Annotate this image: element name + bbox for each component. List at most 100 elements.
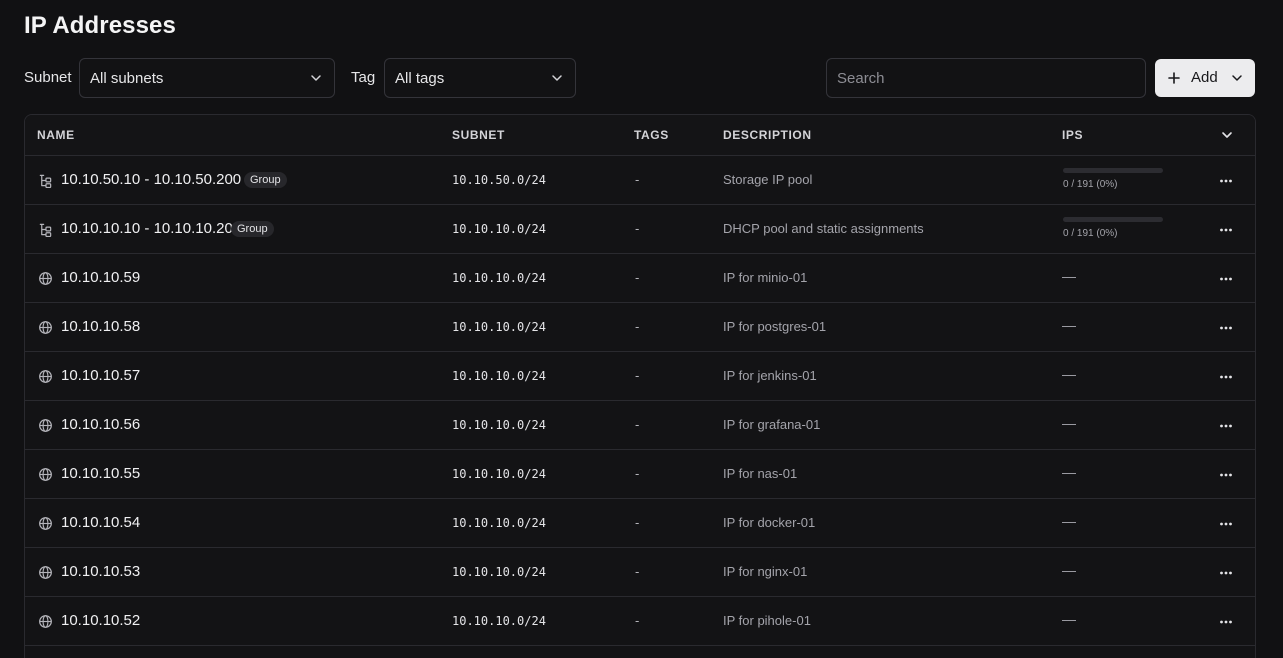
more-options-icon[interactable] [1219, 566, 1233, 580]
table-row-group[interactable]: 10.10.50.10 - 10.10.50.200 Group 10.10.50.… [25, 156, 1255, 205]
row-name: 10.10.10.53 [61, 563, 141, 580]
row-subnet: 10.10.10.0/24 [452, 271, 546, 285]
row-name: 10.10.10.52 [61, 612, 141, 629]
row-subnet: 10.10.10.0/24 [452, 222, 546, 236]
row-tags: - [635, 613, 640, 628]
tag-select-value: All tags [395, 69, 445, 87]
row-description: IP for postgres-01 [723, 319, 827, 334]
ips-usage-bar [1063, 168, 1163, 173]
column-header-name: NAME [37, 128, 75, 142]
ips-empty-value: — [1062, 464, 1076, 480]
row-description: IP for minio-01 [723, 270, 808, 285]
add-button-label: Add [1191, 69, 1218, 86]
column-header-ips: IPS [1062, 128, 1084, 142]
table-row[interactable]: 10.10.10.56 10.10.10.0/24 - IP for grafana-… [25, 401, 1255, 450]
row-tags: - [635, 466, 640, 481]
row-description: Storage IP pool [723, 172, 813, 187]
table-row[interactable]: 10.10.10.53 10.10.10.0/24 - IP for nginx-01… [25, 548, 1255, 597]
subnet-select[interactable]: All subnets [79, 58, 335, 98]
more-options-icon[interactable] [1219, 468, 1233, 482]
globe-icon [39, 419, 52, 432]
group-badge: Group [231, 221, 274, 237]
ips-usage-text: 0 / 191 (0%) [1063, 228, 1118, 239]
globe-icon [39, 272, 52, 285]
subnet-select-value: All subnets [90, 69, 164, 87]
tree-icon [39, 174, 52, 188]
row-subnet: 10.10.10.0/24 [452, 369, 546, 383]
row-tags: - [635, 368, 640, 383]
row-subnet: 10.10.10.0/24 [452, 565, 546, 579]
table-row[interactable]: 10.10.10.58 10.10.10.0/24 - IP for postgres… [25, 303, 1255, 352]
row-tags: - [635, 515, 640, 530]
row-subnet: 10.10.10.0/24 [452, 614, 546, 628]
ips-usage-bar [1063, 217, 1163, 222]
column-header-tags: TAGS [634, 128, 669, 142]
ips-empty-value: — [1062, 268, 1076, 284]
row-subnet: 10.10.10.0/24 [452, 516, 546, 530]
more-options-icon[interactable] [1219, 272, 1233, 286]
tree-icon [39, 223, 52, 237]
ip-table: NAME SUBNET TAGS DESCRIPTION IPS 10.10.5… [24, 114, 1256, 658]
row-tags: - [635, 564, 640, 579]
row-description: IP for grafana-01 [723, 417, 821, 432]
row-name: 10.10.10.57 [61, 367, 141, 384]
add-button[interactable]: Add [1155, 59, 1255, 97]
ips-empty-value: — [1062, 366, 1076, 382]
row-tags: - [635, 270, 640, 285]
table-row[interactable]: 10.10.10.59 10.10.10.0/24 - IP for minio-01… [25, 254, 1255, 303]
row-name: 10.10.10.55 [61, 465, 141, 482]
ips-empty-value: — [1062, 611, 1076, 627]
plus-icon [1168, 72, 1180, 84]
search-input[interactable] [826, 58, 1146, 98]
subnet-filter-label: Subnet [24, 69, 72, 86]
ip-addresses-page: IP Addresses Subnet All subnets Tag All … [0, 0, 1283, 658]
more-options-icon[interactable] [1219, 321, 1233, 335]
table-row[interactable]: 10.10.10.55 10.10.10.0/24 - IP for nas-01 — [25, 450, 1255, 499]
globe-icon [39, 615, 52, 628]
tag-select[interactable]: All tags [384, 58, 576, 98]
table-row[interactable]: 10.10.10.54 10.10.10.0/24 - IP for docker-0… [25, 499, 1255, 548]
page-title: IP Addresses [24, 12, 176, 39]
row-description: IP for pihole-01 [723, 613, 811, 628]
table-row-group[interactable]: 10.10.10.10 - 10.10.10.200 Group 10.10.10.… [25, 205, 1255, 254]
row-subnet: 10.10.10.0/24 [452, 418, 546, 432]
ips-empty-value: — [1062, 415, 1076, 431]
row-description: IP for nas-01 [723, 466, 798, 481]
row-description: IP for nginx-01 [723, 564, 808, 579]
more-options-icon[interactable] [1219, 174, 1233, 188]
table-row[interactable]: 10.10.10.52 10.10.10.0/24 - IP for pihole-0… [25, 597, 1255, 646]
row-name: 10.10.10.59 [61, 269, 141, 286]
chevron-down-icon [311, 75, 321, 81]
more-options-icon[interactable] [1219, 615, 1233, 629]
ips-usage-text: 0 / 191 (0%) [1063, 179, 1118, 190]
row-description: IP for docker-01 [723, 515, 816, 530]
column-header-description: DESCRIPTION [723, 128, 812, 142]
row-tags: - [635, 221, 640, 236]
more-options-icon[interactable] [1219, 223, 1233, 237]
row-subnet: 10.10.10.0/24 [452, 467, 546, 481]
table-row[interactable]: 10.10.10.57 10.10.10.0/24 - IP for jenkins-… [25, 352, 1255, 401]
more-options-icon[interactable] [1219, 517, 1233, 531]
row-subnet: 10.10.10.0/24 [452, 320, 546, 334]
chevron-down-icon [552, 75, 562, 81]
ips-empty-value: — [1062, 513, 1076, 529]
globe-icon [39, 370, 52, 383]
globe-icon [39, 517, 52, 530]
row-name: 10.10.10.10 - 10.10.10.200 [61, 220, 242, 237]
column-header-subnet: SUBNET [452, 128, 505, 142]
globe-icon [39, 566, 52, 579]
more-options-icon[interactable] [1219, 419, 1233, 433]
ips-empty-value: — [1062, 562, 1076, 578]
ips-empty-value: — [1062, 317, 1076, 333]
tag-filter-label: Tag [351, 69, 376, 86]
row-subnet: 10.10.50.0/24 [452, 173, 546, 187]
row-description: DHCP pool and static assignments [723, 221, 924, 236]
group-badge: Group [244, 172, 287, 188]
globe-icon [39, 468, 52, 481]
table-header: NAME SUBNET TAGS DESCRIPTION IPS [25, 115, 1255, 156]
row-name: 10.10.10.56 [61, 416, 141, 433]
chevron-down-icon[interactable] [1221, 129, 1233, 141]
row-tags: - [635, 319, 640, 334]
more-options-icon[interactable] [1219, 370, 1233, 384]
row-name: 10.10.50.10 - 10.10.50.200 [61, 171, 242, 188]
